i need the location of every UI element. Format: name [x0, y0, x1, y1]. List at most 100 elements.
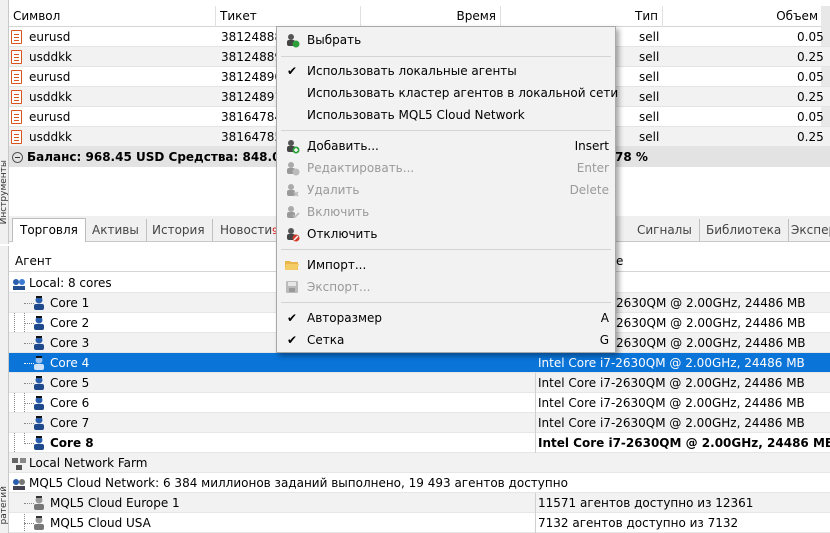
menu-item-disable[interactable]: Отключить [277, 223, 615, 245]
agent-icon [34, 376, 44, 390]
symbol-cell: eurusd [29, 70, 71, 84]
add-agent-icon [287, 140, 300, 154]
agent-info: 2630QM @ 2.00GHz, 24486 MB [616, 336, 806, 350]
tab-trade[interactable]: Торговля [12, 218, 86, 242]
menu-item-import[interactable]: Импорт... [277, 254, 615, 276]
menu-item-add[interactable]: Добавить... Insert [277, 135, 615, 157]
col-info[interactable]: е [616, 251, 623, 272]
menu-separator [281, 130, 611, 131]
tab-assets[interactable]: Активы [85, 219, 147, 241]
volume-cell: 0.05 [797, 110, 824, 124]
menu-item-autosize[interactable]: ✔ Авторазмер A [277, 307, 615, 329]
agent-name: Core 4 [50, 356, 90, 370]
agent-row-core-8[interactable]: Core 8 Intel Core i7-2630QM @ 2.00GHz, 2… [9, 433, 830, 453]
menu-item-use-cloud-network[interactable]: Использовать MQL5 Cloud Network [277, 104, 615, 126]
agent-row-core-7[interactable]: Core 7 Intel Core i7-2630QM @ 2.00GHz, 2… [9, 413, 830, 433]
volume-cell: 0.25 [797, 130, 824, 144]
order-icon [11, 90, 22, 104]
agent-row-cloud-usa[interactable]: MQL5 Cloud USA 7132 агентов доступно из … [9, 513, 830, 533]
agent-info: Intel Core i7-2630QM @ 2.00GHz, 24486 MB [538, 416, 805, 430]
agent-name: MQL5 Cloud Europe 1 [50, 496, 180, 510]
menu-separator [281, 249, 611, 250]
agent-icon [34, 296, 44, 310]
tab-experts[interactable]: Экспер [784, 219, 830, 241]
volume-cell: 0.25 [797, 90, 824, 104]
ticket-cell: 38124888 [221, 30, 283, 44]
agent-info: 7132 агентов доступно из 7132 [538, 516, 739, 530]
col-agent[interactable]: Агент [15, 251, 52, 272]
agents-context-menu: Выбрать ✔ Использовать локальные агенты … [276, 26, 618, 353]
agent-row-core-4[interactable]: Core 4 Intel Core i7-2630QM @ 2.00GHz, 2… [9, 353, 830, 373]
left-panel-strip-top: Инструменты [0, 0, 9, 244]
column-divider [535, 433, 536, 453]
disable-agent-icon [287, 228, 300, 242]
menu-item-export[interactable]: Экспорт... [277, 276, 615, 298]
edit-agent-icon [287, 162, 300, 176]
agent-name: Core 7 [50, 416, 90, 430]
agent-icon [34, 316, 44, 330]
symbol-cell: eurusd [29, 110, 71, 124]
agent-name: Core 1 [50, 296, 90, 310]
menu-separator [281, 302, 611, 303]
tab-library[interactable]: Библиотека [699, 219, 790, 241]
menu-item-grid[interactable]: ✔ Сетка G [277, 329, 615, 351]
order-icon [11, 70, 22, 84]
agent-group-label: Local Network Farm [29, 456, 148, 470]
type-cell: sell [639, 30, 660, 44]
ticket-cell: 38124889 [221, 50, 283, 64]
strategy-side-label[interactable]: ратегий [0, 486, 8, 524]
checkmark-icon: ✔ [287, 333, 298, 347]
ticket-cell: 38124891 [221, 90, 283, 104]
agent-name: Core 3 [50, 336, 90, 350]
agent-name: Core 2 [50, 316, 90, 330]
volume-cell: 0.25 [797, 50, 824, 64]
tab-history[interactable]: История [145, 219, 213, 241]
agent-row-core-6[interactable]: Core 6 Intel Core i7-2630QM @ 2.00GHz, 2… [9, 393, 830, 413]
agent-icon [34, 356, 44, 370]
type-cell: sell [639, 90, 660, 104]
agent-group-cloud-network[interactable]: MQL5 Cloud Network: 6 384 миллионов зада… [9, 473, 830, 493]
col-ticket[interactable]: Тикет [216, 6, 361, 27]
agent-row-cloud-europe[interactable]: MQL5 Cloud Europe 1 11571 агентов доступ… [9, 493, 830, 513]
symbol-cell: eurusd [29, 30, 71, 44]
col-volume[interactable]: Объем [663, 6, 823, 27]
col-time[interactable]: Время [361, 6, 501, 27]
symbol-cell: usddkk [29, 50, 72, 64]
menu-item-use-lan-cluster[interactable]: Использовать кластер агентов в локальной… [277, 82, 618, 104]
margin-level-text: 78 % [615, 150, 648, 164]
agent-group-icon [13, 279, 25, 290]
collapse-icon[interactable] [12, 152, 23, 163]
order-icon [11, 30, 22, 44]
col-symbol[interactable]: Символ [9, 6, 216, 27]
agent-icon [34, 436, 44, 450]
menu-item-edit[interactable]: Редактировать... Enter [277, 157, 615, 179]
menu-item-delete[interactable]: Удалить Delete [277, 179, 615, 201]
agent-info: Intel Core i7-2630QM @ 2.00GHz, 24486 MB [538, 356, 805, 370]
symbol-cell: usddkk [29, 130, 72, 144]
order-icon [11, 130, 22, 144]
column-divider [535, 373, 536, 393]
order-icon [11, 50, 22, 64]
type-cell: sell [639, 110, 660, 124]
agent-group-network-farm[interactable]: Local Network Farm [9, 453, 830, 473]
ticket-cell: 38164784 [221, 110, 283, 124]
agent-group-label: MQL5 Cloud Network: 6 384 миллионов зада… [29, 476, 568, 490]
instruments-side-label[interactable]: Инструменты [0, 160, 8, 224]
ticket-cell: 38124890 [221, 70, 283, 84]
menu-item-use-local-agents[interactable]: ✔ Использовать локальные агенты [277, 60, 615, 82]
menu-item-select[interactable]: Выбрать [277, 29, 615, 51]
agent-info: 2630QM @ 2.00GHz, 24486 MB [616, 316, 806, 330]
menu-item-enable[interactable]: Включить [277, 201, 615, 223]
agent-row-core-5[interactable]: Core 5 Intel Core i7-2630QM @ 2.00GHz, 2… [9, 373, 830, 393]
checkmark-icon: ✔ [287, 311, 298, 325]
network-farm-icon [12, 458, 26, 470]
column-divider [535, 413, 536, 433]
enable-agent-icon [287, 206, 300, 219]
save-disk-icon [286, 281, 298, 293]
tab-signals[interactable]: Сигналы [630, 219, 700, 241]
agent-name: Core 8 [50, 436, 94, 450]
folder-open-icon [285, 261, 299, 270]
col-type[interactable]: Тип [501, 6, 663, 27]
tab-news[interactable]: Новости9 [213, 219, 285, 241]
order-icon [11, 110, 22, 124]
